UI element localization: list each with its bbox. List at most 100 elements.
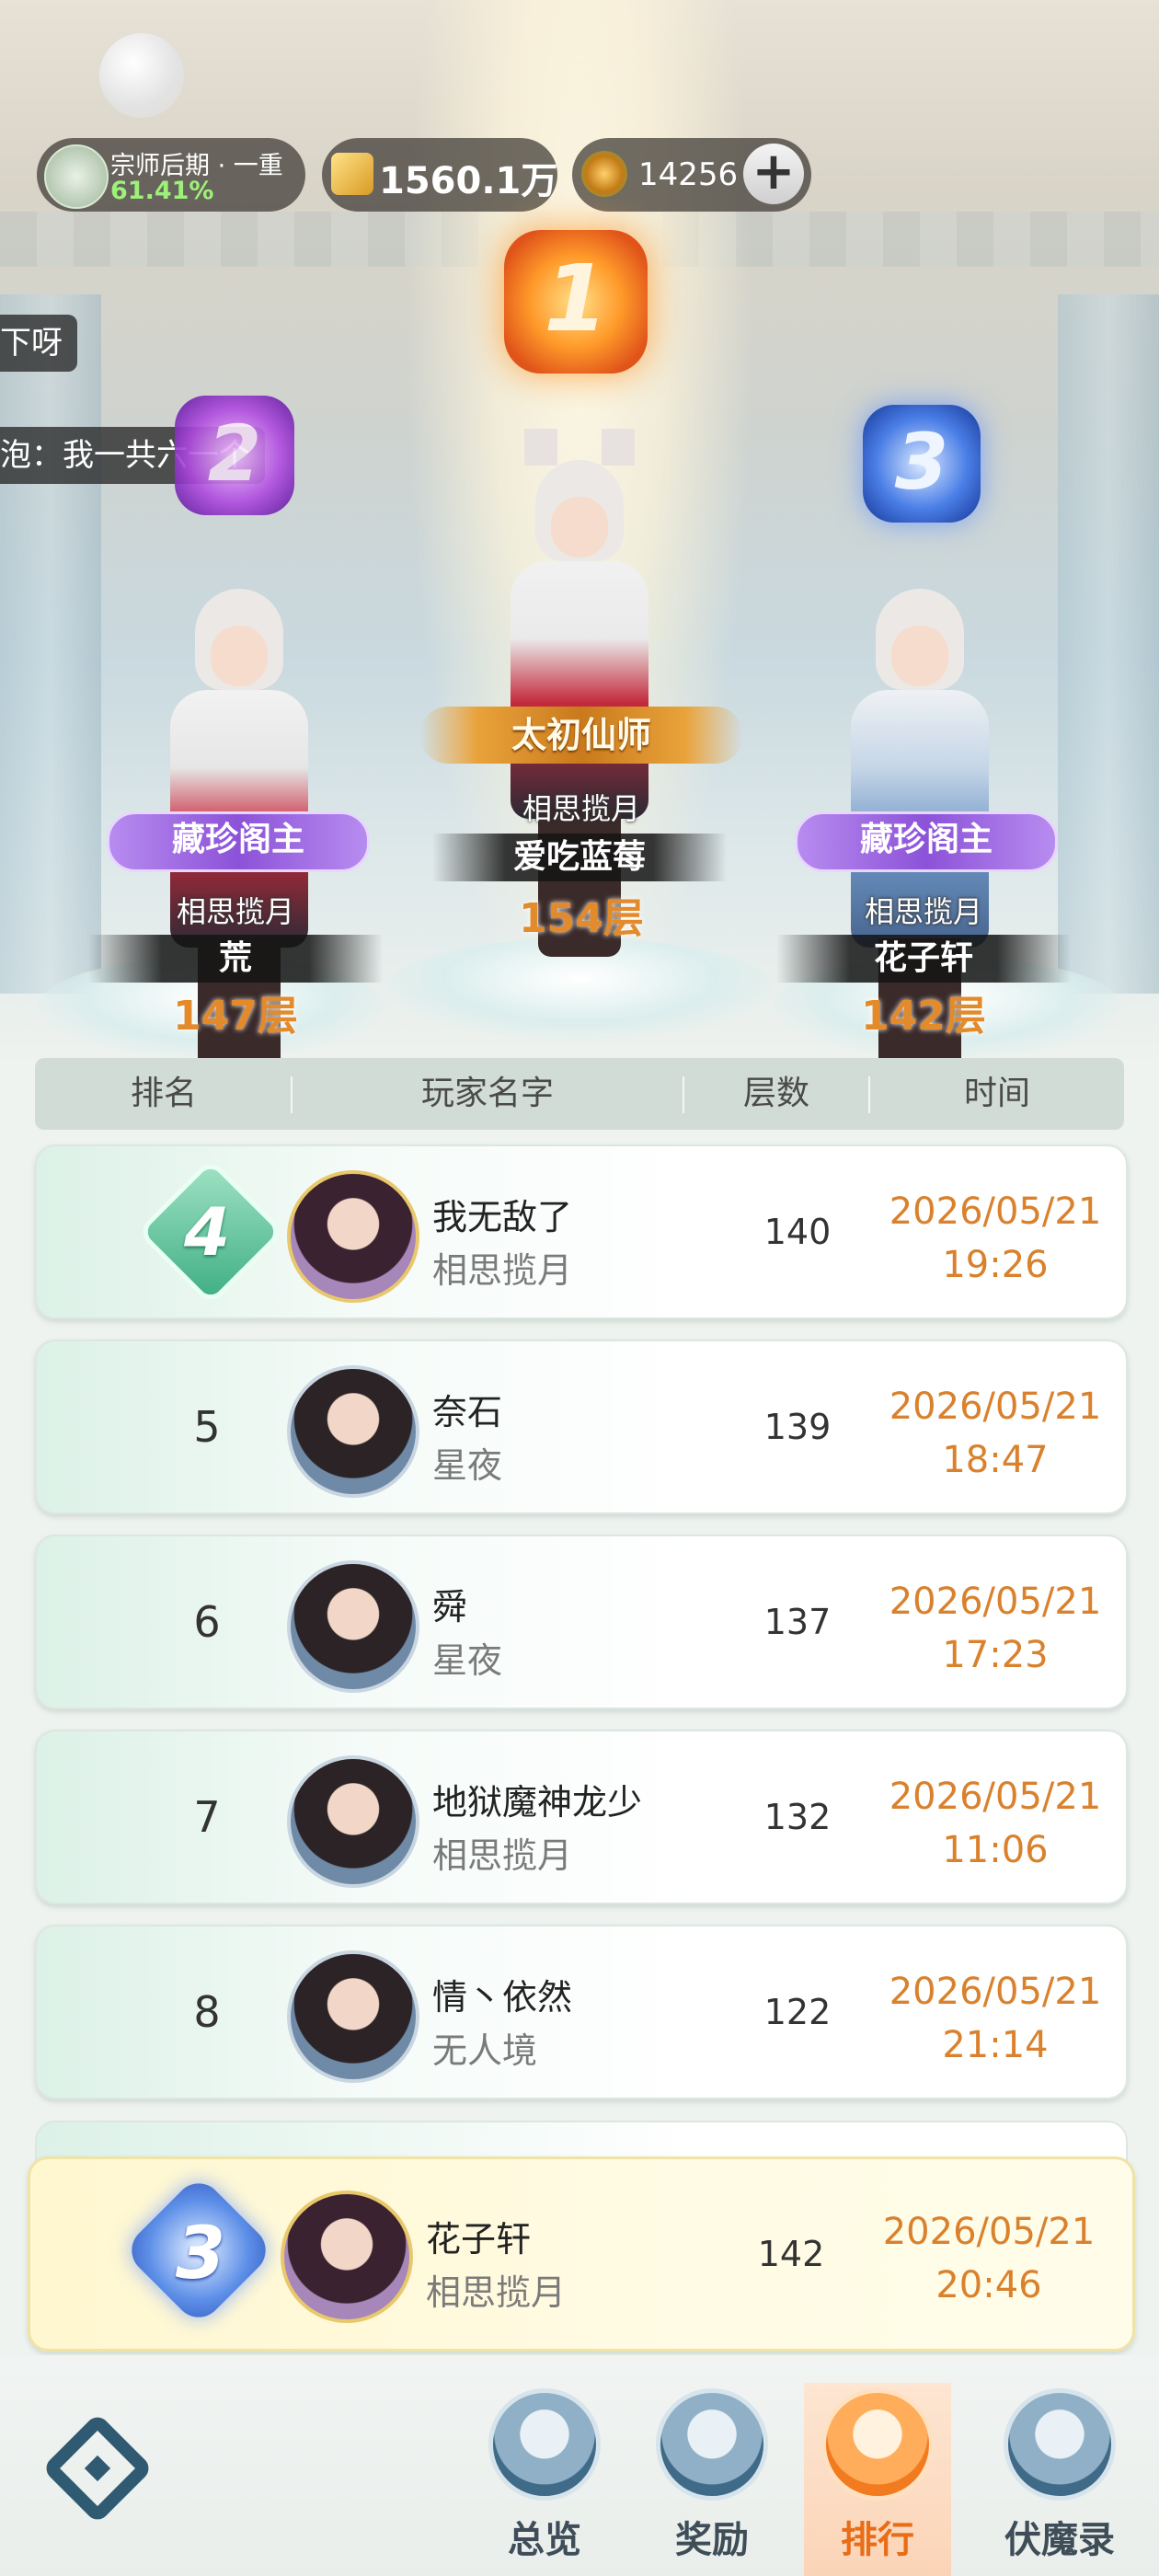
rank-1-badge: 1 bbox=[504, 230, 648, 374]
tab-rewards[interactable]: 奖励 bbox=[638, 2383, 786, 2576]
jade-currency[interactable]: 14256 + bbox=[572, 138, 811, 212]
my-avatar[interactable] bbox=[281, 2191, 413, 2323]
my-record-time: 2026/05/21 20:46 bbox=[869, 2205, 1108, 2312]
chat-ticker-1: 下呀 bbox=[0, 315, 77, 372]
rank-1-guild: 相思揽月 bbox=[522, 791, 640, 826]
rank-2-floor: 147层 bbox=[173, 993, 298, 1040]
row-rank: 5 bbox=[193, 1402, 221, 1452]
pillar-right bbox=[1058, 294, 1159, 994]
record-clock: 20:46 bbox=[935, 2264, 1042, 2306]
pagoda-icon bbox=[488, 2388, 601, 2501]
record-date: 2026/05/21 bbox=[889, 1581, 1102, 1623]
player-floor: 137 bbox=[763, 1602, 832, 1642]
scroll-icon bbox=[1004, 2388, 1116, 2501]
player-guild: 星夜 bbox=[432, 1445, 503, 1486]
player-name: 舜 bbox=[432, 1587, 468, 1627]
player-guild: 星夜 bbox=[432, 1640, 503, 1681]
record-date: 2026/05/21 bbox=[889, 1971, 1102, 2013]
tab-label: 总览 bbox=[508, 2519, 581, 2561]
player-name: 地狱魔神龙少 bbox=[432, 1782, 643, 1823]
row-rank: 8 bbox=[193, 1987, 221, 2037]
rank-3-name: 花子轩 bbox=[776, 935, 1071, 983]
rank-1-name: 爱吃蓝莓 bbox=[432, 834, 727, 881]
player-name: 我无敌了 bbox=[432, 1197, 573, 1237]
gold-coin-icon bbox=[331, 153, 373, 195]
rank-2-name: 荒 bbox=[88, 935, 383, 983]
rank-2-badge: 2 bbox=[175, 396, 294, 515]
player-guild: 无人境 bbox=[432, 2030, 538, 2071]
my-name: 花子轩 bbox=[426, 2219, 532, 2260]
my-rank-row[interactable]: 3 花子轩 相思揽月 142 2026/05/21 20:46 bbox=[28, 2156, 1135, 2352]
rank-3-floor: 142层 bbox=[861, 993, 986, 1040]
orb-decoration bbox=[99, 33, 184, 118]
record-date: 2026/05/21 bbox=[882, 2211, 1096, 2253]
avatar[interactable] bbox=[287, 1755, 419, 1888]
rank-2-guild: 相思揽月 bbox=[176, 894, 294, 929]
rank-3-badge: 3 bbox=[863, 405, 981, 523]
realm-status[interactable]: 宗师后期 · 一重 61.41% bbox=[37, 138, 305, 212]
player-guild: 相思揽月 bbox=[432, 1835, 573, 1876]
jade-amount: 14256 bbox=[638, 156, 739, 193]
treasure-icon bbox=[656, 2388, 768, 2501]
rank-2-title-plate: 藏珍阁主 bbox=[107, 811, 370, 872]
avatar[interactable] bbox=[287, 1170, 419, 1303]
avatar[interactable] bbox=[287, 1560, 419, 1693]
table-row[interactable]: 5 奈石 星夜 139 2026/05/21 18:47 bbox=[35, 1340, 1128, 1514]
player-name: 奈石 bbox=[432, 1392, 503, 1432]
table-row[interactable]: 8 情丶依然 无人境 122 2026/05/21 21:14 bbox=[35, 1925, 1128, 2099]
rank-3-guild: 相思揽月 bbox=[864, 894, 982, 929]
tab-label: 排行 bbox=[841, 2519, 914, 2561]
my-rank: 3 bbox=[175, 2213, 226, 2295]
record-time: 2026/05/21 17:23 bbox=[876, 1575, 1115, 1682]
add-jade-button[interactable]: + bbox=[743, 144, 804, 204]
avatar[interactable] bbox=[287, 1950, 419, 2083]
table-row[interactable]: 4 我无敌了 相思揽月 140 2026/05/21 19:26 bbox=[35, 1144, 1128, 1319]
gold-currency[interactable]: 1560.1万 bbox=[322, 138, 557, 212]
player-guild: 相思揽月 bbox=[432, 1250, 573, 1291]
record-date: 2026/05/21 bbox=[889, 1190, 1102, 1233]
row-rank: 7 bbox=[193, 1792, 221, 1842]
ranking-table-header: 排名 玩家名字 层数 时间 bbox=[35, 1058, 1124, 1130]
player-floor: 132 bbox=[763, 1797, 832, 1837]
rank-1-title-plate: 太初仙师 bbox=[419, 707, 743, 764]
record-date: 2026/05/21 bbox=[889, 1386, 1102, 1428]
player-floor: 140 bbox=[763, 1212, 832, 1252]
rank-1-floor: 154层 bbox=[519, 895, 644, 942]
gold-amount: 1560.1万 bbox=[379, 160, 558, 202]
my-guild: 相思揽月 bbox=[426, 2272, 567, 2313]
record-clock: 21:14 bbox=[942, 2024, 1049, 2066]
header-player-name: 玩家名字 bbox=[420, 1075, 554, 1112]
tab-demon-record[interactable]: 伏魔录 bbox=[986, 2383, 1133, 2576]
record-date: 2026/05/21 bbox=[889, 1776, 1102, 1818]
record-clock: 18:47 bbox=[942, 1439, 1049, 1481]
record-time: 2026/05/21 11:06 bbox=[876, 1770, 1115, 1877]
ranking-temple-icon bbox=[821, 2388, 934, 2501]
record-time: 2026/05/21 18:47 bbox=[876, 1380, 1115, 1487]
tab-label: 奖励 bbox=[675, 2519, 749, 2561]
realm-progress: 61.41% bbox=[110, 177, 214, 205]
header-floor: 层数 bbox=[742, 1075, 809, 1112]
jade-icon bbox=[581, 151, 627, 197]
table-row[interactable]: 7 地狱魔神龙少 相思揽月 132 2026/05/21 11:06 bbox=[35, 1730, 1128, 1904]
menu-diamond-icon[interactable] bbox=[44, 2415, 151, 2522]
record-time: 2026/05/21 21:14 bbox=[876, 1965, 1115, 2072]
table-row[interactable]: 6 舜 星夜 137 2026/05/21 17:23 bbox=[35, 1535, 1128, 1709]
header-rank: 排名 bbox=[130, 1075, 197, 1112]
pillar-left bbox=[0, 294, 101, 994]
record-clock: 11:06 bbox=[942, 1829, 1049, 1871]
header-time: 时间 bbox=[963, 1075, 1030, 1112]
my-floor: 142 bbox=[757, 2234, 825, 2274]
row-rank: 6 bbox=[193, 1597, 221, 1647]
row-rank: 4 bbox=[183, 1193, 231, 1271]
realm-avatar-icon bbox=[44, 144, 109, 209]
record-time: 2026/05/21 19:26 bbox=[876, 1185, 1115, 1292]
record-clock: 19:26 bbox=[942, 1244, 1049, 1286]
record-clock: 17:23 bbox=[942, 1634, 1049, 1676]
player-floor: 122 bbox=[763, 1992, 832, 2032]
tab-ranking[interactable]: 排行 bbox=[804, 2383, 951, 2576]
player-floor: 139 bbox=[763, 1407, 832, 1447]
avatar[interactable] bbox=[287, 1365, 419, 1498]
tab-overview[interactable]: 总览 bbox=[471, 2383, 618, 2576]
rank-3-title-plate: 藏珍阁主 bbox=[795, 811, 1058, 872]
tab-label: 伏魔录 bbox=[1004, 2519, 1115, 2561]
